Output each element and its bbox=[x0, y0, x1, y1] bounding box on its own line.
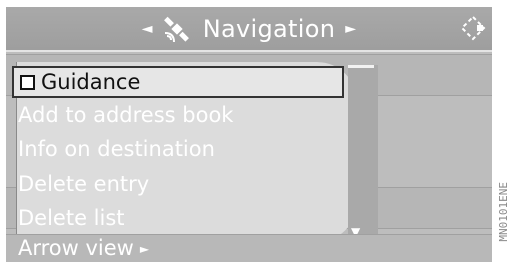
figure-code: MN0101ENE bbox=[497, 182, 510, 242]
arrow-view-button[interactable]: Arrow view ► bbox=[18, 236, 149, 260]
footer-bar: Arrow view ► bbox=[6, 234, 492, 262]
checkbox-icon[interactable] bbox=[20, 74, 35, 90]
menu-item-info-on-destination[interactable]: Info on destination bbox=[12, 133, 344, 165]
menu-item-label: Guidance bbox=[41, 70, 141, 94]
prev-arrow-icon[interactable]: ◄ bbox=[142, 21, 153, 37]
satellite-icon bbox=[163, 16, 191, 42]
menu-item-label: Delete list bbox=[18, 206, 125, 230]
menu-item-label: Add to address book bbox=[18, 103, 234, 127]
page-title: Navigation bbox=[202, 14, 336, 43]
menu-item-add-to-address-book[interactable]: Add to address book bbox=[12, 99, 344, 131]
title-wrap: ◄ Navigation ► bbox=[6, 7, 492, 50]
footer-label: Arrow view bbox=[18, 236, 134, 260]
display-screen: ◄ Navigation ► ▼ Guidance Add to address… bbox=[6, 7, 492, 262]
scrollbar-top-line bbox=[348, 65, 374, 68]
chevron-right-icon: ► bbox=[139, 242, 150, 256]
title-bar: ◄ Navigation ► bbox=[6, 7, 492, 52]
menu-item-delete-list[interactable]: Delete list bbox=[12, 202, 344, 234]
diamond-nav-icon[interactable] bbox=[460, 15, 486, 45]
scrollbar[interactable]: ▼ bbox=[348, 65, 378, 243]
menu-item-label: Delete entry bbox=[18, 172, 150, 196]
menu-item-guidance[interactable]: Guidance bbox=[12, 66, 344, 98]
next-arrow-icon[interactable]: ► bbox=[345, 21, 356, 37]
menu-item-label: Info on destination bbox=[18, 137, 215, 161]
menu-item-delete-entry[interactable]: Delete entry bbox=[12, 168, 344, 200]
